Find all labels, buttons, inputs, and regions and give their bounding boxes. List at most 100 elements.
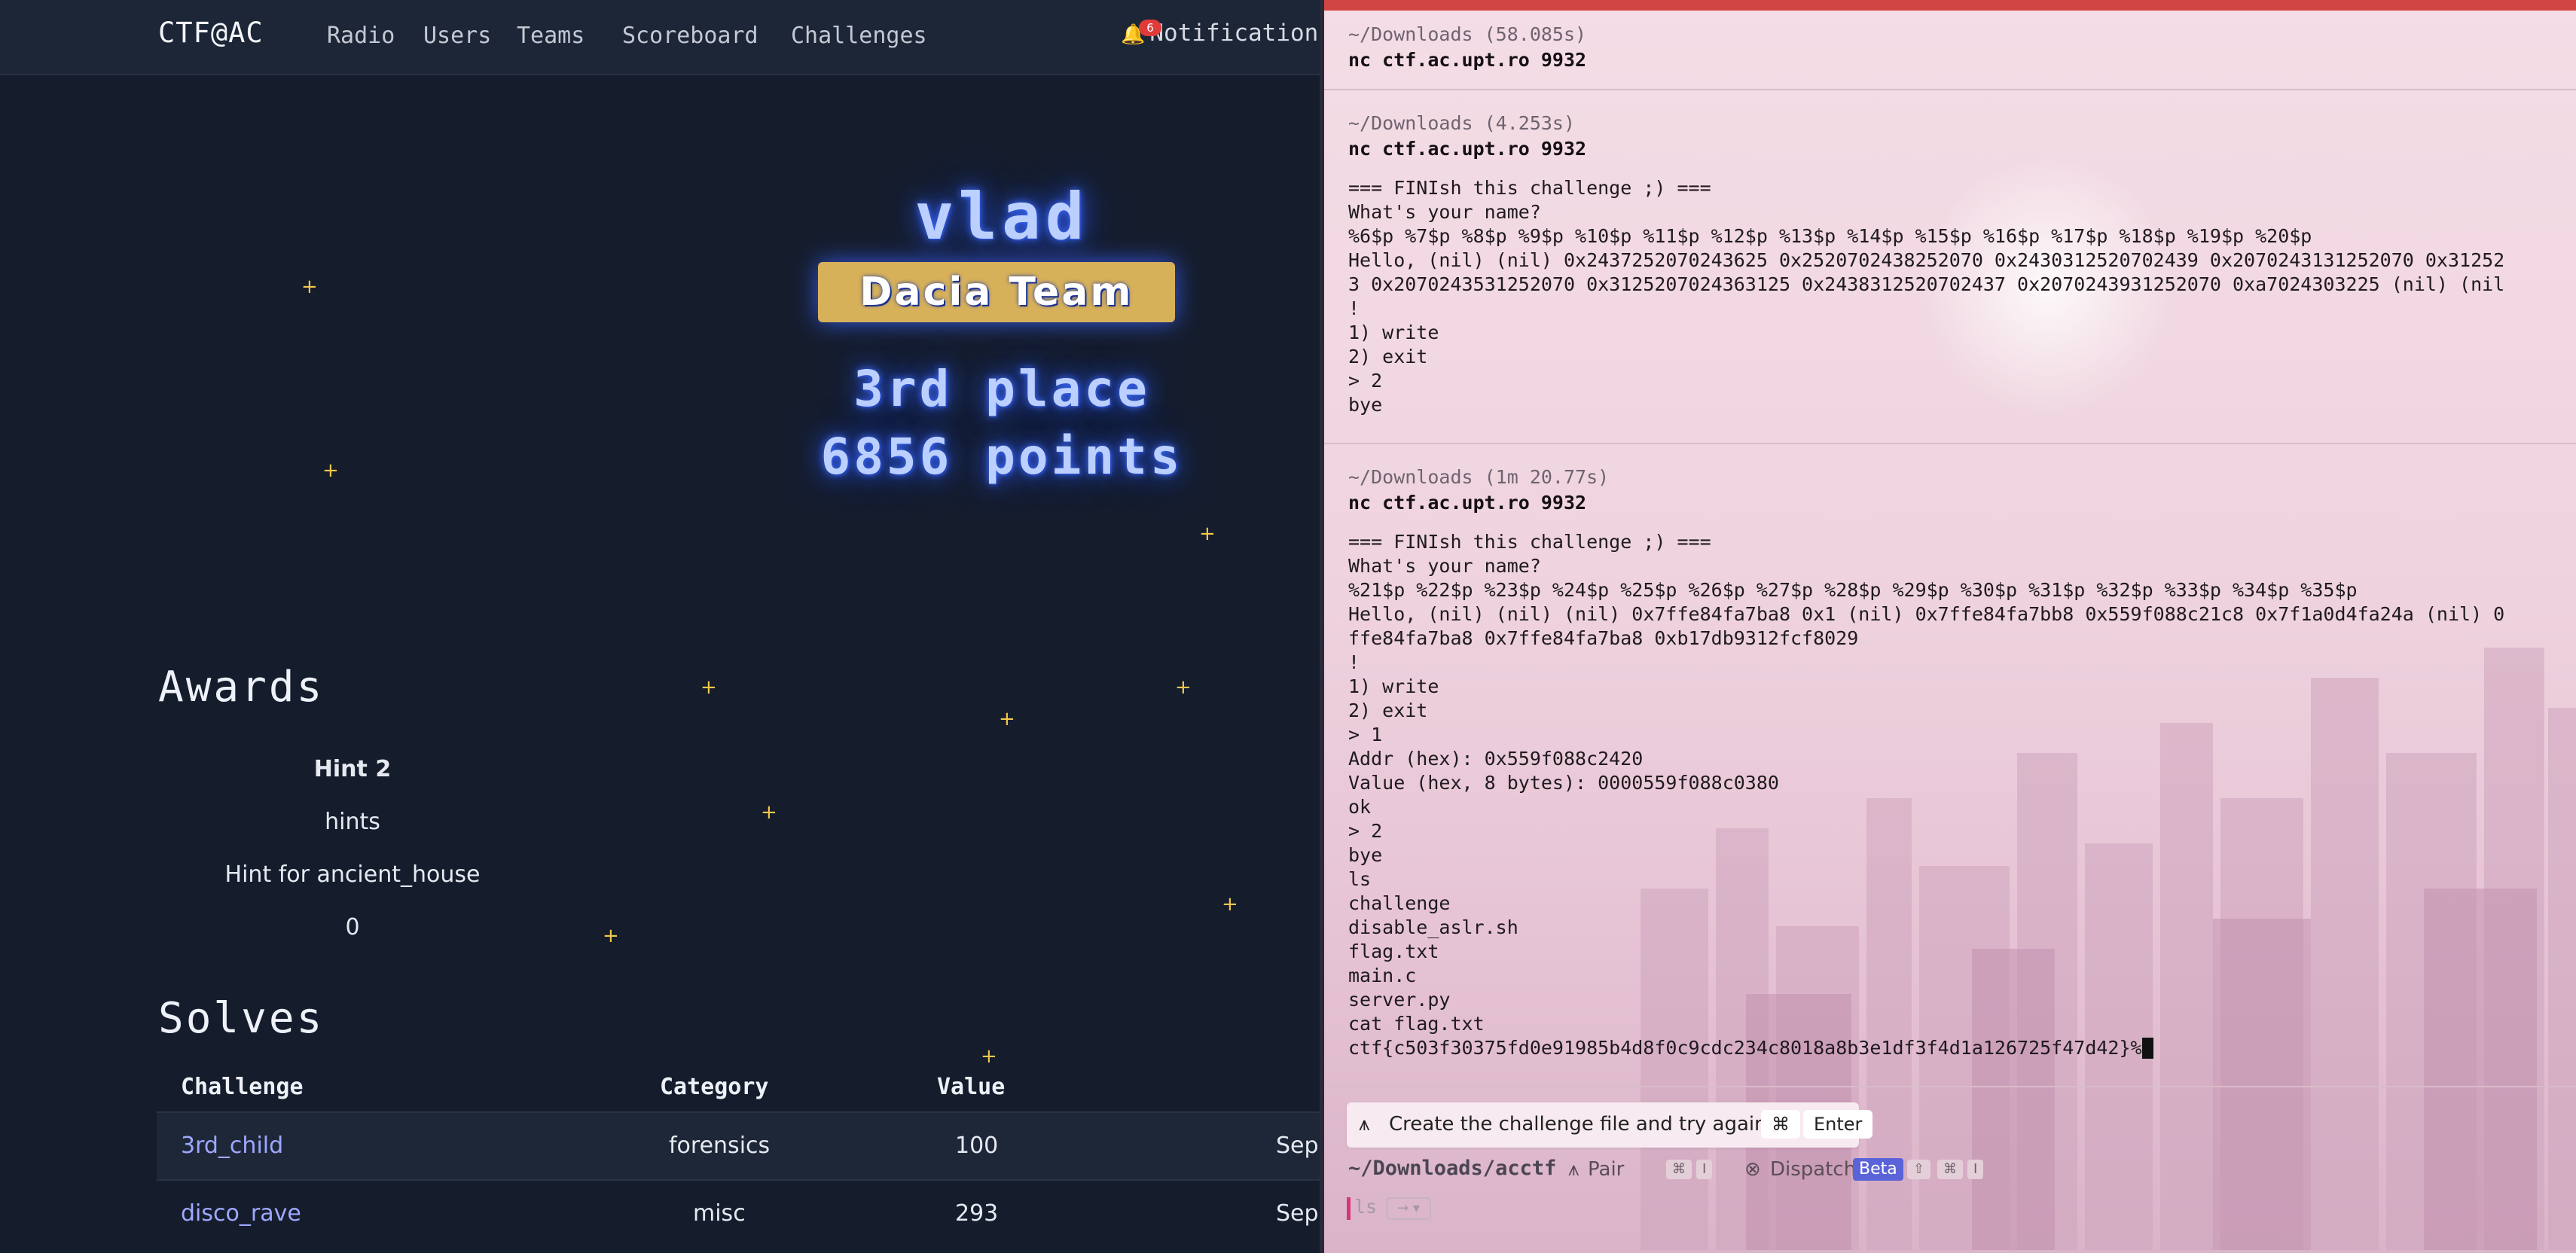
i-key-hint: I [1696, 1160, 1713, 1179]
command-text: nc ctf.ac.upt.ro 9932 [1348, 138, 1587, 160]
output-line: > 1 [1348, 724, 1383, 745]
block-divider [1324, 89, 2576, 90]
text-cursor [2141, 1038, 2153, 1059]
brand-logo[interactable]: CTF@AC [158, 17, 264, 49]
prompt-status-line: ~/Downloads/acctf ⩚ Pair ⌘ I ⊗ Dispatch … [1348, 1157, 2553, 1184]
output-line: bye [1348, 844, 1383, 866]
output-line: > 2 [1348, 370, 1383, 392]
player-hero: vlad Dacia Team 3rd place 6856 points [753, 166, 1250, 557]
output-line: ok [1348, 796, 1372, 818]
output-line: What's your name? [1348, 201, 1541, 223]
current-directory[interactable]: ~/Downloads/acctf [1348, 1157, 1556, 1180]
output-line: %6$p %7$p %8$p %9$p %10$p %11$p %12$p %1… [1348, 225, 2312, 247]
output-line: disable_aslr.sh [1348, 916, 1518, 938]
command-meta: ~/Downloads (4.253s) [1348, 112, 1576, 134]
notifications-label: Notification [1149, 20, 1319, 47]
output-line: challenge [1348, 892, 1451, 914]
agent-icon: ⩚ [1359, 1113, 1370, 1136]
output-line: 2) exit [1348, 346, 1428, 367]
output-line: > 2 [1348, 820, 1383, 842]
place-text: 3rd place [853, 360, 1150, 418]
award-category: hints [325, 809, 380, 835]
nav-users[interactable]: Users [423, 23, 491, 49]
nav-scoreboard[interactable]: Scoreboard [622, 23, 758, 49]
output-line: ! [1348, 651, 1360, 673]
command-text: nc ctf.ac.upt.ro 9932 [1348, 492, 1587, 514]
output-line: 3 0x2070243531252070 0x3125207024363125 … [1348, 273, 2505, 295]
output-line: What's your name? [1348, 555, 1541, 577]
column-header-category: Category [660, 1074, 769, 1100]
input-caret [1347, 1197, 1351, 1220]
sparkle-icon: + [761, 801, 777, 824]
dispatch-button[interactable]: Dispatch [1770, 1158, 1856, 1181]
command-text: nc ctf.ac.upt.ro 9932 [1348, 49, 1587, 71]
team-name: Dacia Team [859, 270, 1134, 315]
table-row: disco_rave misc 293 Sep [157, 1179, 1326, 1247]
output-line: 1) write [1348, 675, 1439, 697]
output-line: === FINIsh this challenge ;) === [1348, 177, 1711, 199]
pair-button[interactable]: Pair [1588, 1158, 1624, 1181]
column-header-value: Value [937, 1074, 1006, 1100]
awards-heading: Awards [158, 663, 325, 712]
output-line: %21$p %22$p %23$p %24$p %25$p %26$p %27$… [1348, 579, 2358, 601]
solve-time: Sep [1276, 1133, 1319, 1159]
autosuggest-ghost-text: ls [1354, 1196, 1378, 1218]
nav-teams[interactable]: Teams [517, 23, 584, 49]
output-line: server.py [1348, 989, 1451, 1011]
enter-key-hint[interactable]: Enter [1803, 1110, 1873, 1139]
challenge-category: misc [693, 1200, 746, 1227]
pair-icon: ⩚ [1568, 1158, 1579, 1181]
block-divider [1324, 443, 2576, 444]
output-line: Hello, (nil) (nil) (nil) 0x7ffe84fa7ba8 … [1348, 603, 2505, 625]
challenge-link[interactable]: disco_rave [181, 1200, 301, 1227]
sparkle-icon: + [322, 459, 339, 482]
points-text: 6856 points [820, 428, 1183, 486]
challenge-value: 100 [955, 1133, 999, 1159]
sparkle-icon: + [1175, 676, 1192, 699]
sparkle-icon: + [700, 676, 717, 699]
solves-heading: Solves [158, 994, 325, 1043]
terminal-window[interactable]: ~/Downloads (58.085s) nc ctf.ac.upt.ro 9… [1320, 0, 2576, 1253]
team-badge[interactable]: Dacia Team [818, 262, 1175, 322]
command-block[interactable]: ~/Downloads (4.253s) nc ctf.ac.upt.ro 99… [1324, 111, 2576, 435]
sparkle-icon: + [981, 1045, 997, 1068]
sparkle-icon: + [1222, 893, 1238, 916]
sparkle-icon: + [301, 276, 318, 298]
top-navbar: CTF@AC Radio Users Teams Scoreboard Chal… [0, 0, 1326, 75]
flag-text: ctf{c503f30375fd0e91985b4d8f0c9cdc234c80… [1348, 1037, 2142, 1059]
accept-suggestion-hint[interactable]: → ▾ [1386, 1197, 1431, 1220]
award-description: Hint for ancient_house [224, 861, 481, 888]
output-line: bye [1348, 394, 1383, 416]
output-line: === FINIsh this challenge ;) === [1348, 531, 1711, 553]
output-line: cat flag.txt [1348, 1013, 1485, 1035]
output-line: ls [1348, 868, 1372, 890]
command-meta: ~/Downloads (58.085s) [1348, 23, 1587, 45]
sparkle-icon: + [1199, 523, 1216, 545]
output-line: 2) exit [1348, 700, 1428, 721]
challenge-category: forensics [669, 1133, 771, 1159]
command-block[interactable]: ~/Downloads (58.085s) nc ctf.ac.upt.ro 9… [1324, 23, 2576, 87]
sparkle-icon: + [603, 925, 619, 947]
output-line: ffe84fa7ba8 0x7ffe84fa7ba8 0xb17db9312fc… [1348, 627, 1859, 649]
beta-badge: Beta [1853, 1158, 1903, 1181]
block-divider [1324, 1086, 2576, 1087]
sparkle-icon: + [999, 708, 1015, 730]
nav-challenges[interactable]: Challenges [791, 23, 927, 49]
shift-key-hint: ⇧ [1907, 1160, 1931, 1179]
notification-count-badge: 6 [1139, 20, 1161, 36]
solve-time: Sep [1276, 1200, 1319, 1227]
command-input[interactable]: ls → ▾ [1347, 1196, 1648, 1223]
dispatch-icon: ⊗ [1744, 1158, 1761, 1181]
cmd-key-hint: ⌘ [1937, 1160, 1963, 1179]
output-line: Addr (hex): 0x559f088c2420 [1348, 748, 1644, 770]
cmd-key-hint: ⌘ [1761, 1110, 1800, 1139]
ctf-page: CTF@AC Radio Users Teams Scoreboard Chal… [0, 0, 1326, 1253]
nav-radio[interactable]: Radio [327, 23, 395, 49]
ai-suggestion-bar[interactable]: ⩚ Create the challenge file and try agai… [1347, 1102, 1873, 1148]
command-block[interactable]: ~/Downloads (1m 20.77s) nc ctf.ac.upt.ro… [1324, 465, 2576, 1068]
output-line: ! [1348, 297, 1360, 319]
challenge-link[interactable]: 3rd_child [181, 1133, 283, 1159]
i-key-hint: I [1967, 1160, 1984, 1179]
cmd-key-hint: ⌘ [1666, 1160, 1692, 1179]
award-value: 0 [345, 914, 360, 941]
